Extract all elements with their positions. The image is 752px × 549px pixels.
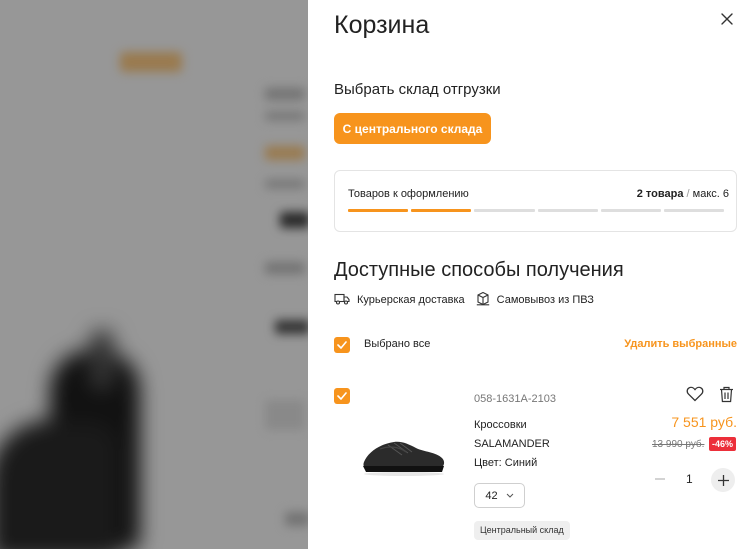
product-info: Кроссовки SALAMANDER Цвет: Синий (474, 416, 550, 473)
delivery-method-pickup: Самовывоз из ПВЗ (476, 291, 594, 309)
check-icon (337, 392, 347, 400)
quantity-decrease-button[interactable] (649, 468, 671, 490)
items-progress-box: Товаров к оформлению 2 товара / макс. 6 (334, 170, 737, 232)
delivery-method-courier: Курьерская доставка (334, 293, 465, 308)
progress-segment (663, 209, 725, 212)
progress-label: Товаров к оформлению (348, 188, 469, 200)
minus-icon (655, 478, 665, 480)
cart-panel: Корзина Выбрать склад отгрузки С централ… (308, 0, 752, 549)
truck-icon (334, 293, 350, 308)
chevron-down-icon (506, 493, 513, 498)
pickup-point-icon (476, 291, 490, 309)
heart-icon[interactable] (686, 386, 704, 407)
progress-segment (474, 209, 535, 212)
close-icon[interactable] (720, 12, 734, 26)
select-all-label: Выбрано все (364, 338, 431, 350)
plus-icon (717, 474, 729, 486)
delete-selected-button[interactable]: Удалить выбранные (624, 338, 737, 350)
product-image[interactable] (358, 422, 448, 477)
product-color: Цвет: Синий (474, 457, 538, 469)
trash-icon[interactable] (719, 386, 734, 408)
select-all-checkbox[interactable] (334, 337, 350, 353)
quantity-value: 1 (686, 472, 693, 486)
stock-badge: Центральный склад (474, 521, 570, 540)
progress-max: макс. 6 (692, 188, 729, 200)
delivery-methods-title: Доступные способы получения (334, 259, 624, 281)
progress-segment (537, 209, 598, 212)
delivery-method-label: Самовывоз из ПВЗ (496, 294, 594, 306)
quantity-increase-button[interactable] (711, 468, 735, 492)
delivery-method-label: Курьерская доставка (357, 294, 465, 306)
progress-segment (348, 209, 409, 212)
product-brand[interactable]: SALAMANDER (474, 435, 550, 454)
check-icon (337, 341, 347, 349)
item-checkbox[interactable] (334, 388, 350, 404)
product-old-price: 13 990 руб. (652, 439, 705, 450)
cart-title: Корзина (334, 11, 430, 39)
product-type[interactable]: Кроссовки (474, 416, 550, 435)
product-sku: 058-1631A-2103 (474, 393, 556, 405)
progress-count-value: 2 товара (636, 188, 684, 200)
size-select[interactable]: 42 (474, 483, 525, 508)
checkbox-checked[interactable] (334, 337, 350, 353)
size-value: 42 (485, 489, 498, 502)
product-price: 7 551 руб. (671, 414, 737, 430)
progress-segment (600, 209, 661, 212)
progress-segment (411, 209, 472, 212)
discount-badge: -46% (709, 437, 737, 451)
delivery-methods: Курьерская доставка Самовывоз из ПВЗ (334, 291, 605, 309)
progress-separator: / (683, 188, 693, 200)
warehouse-label: Выбрать склад отгрузки (334, 81, 501, 98)
progress-bar (348, 209, 725, 212)
central-warehouse-button[interactable]: С центрального склада (334, 113, 491, 144)
checkbox-checked[interactable] (334, 388, 350, 404)
progress-count: 2 товара / макс. 6 (637, 188, 729, 200)
